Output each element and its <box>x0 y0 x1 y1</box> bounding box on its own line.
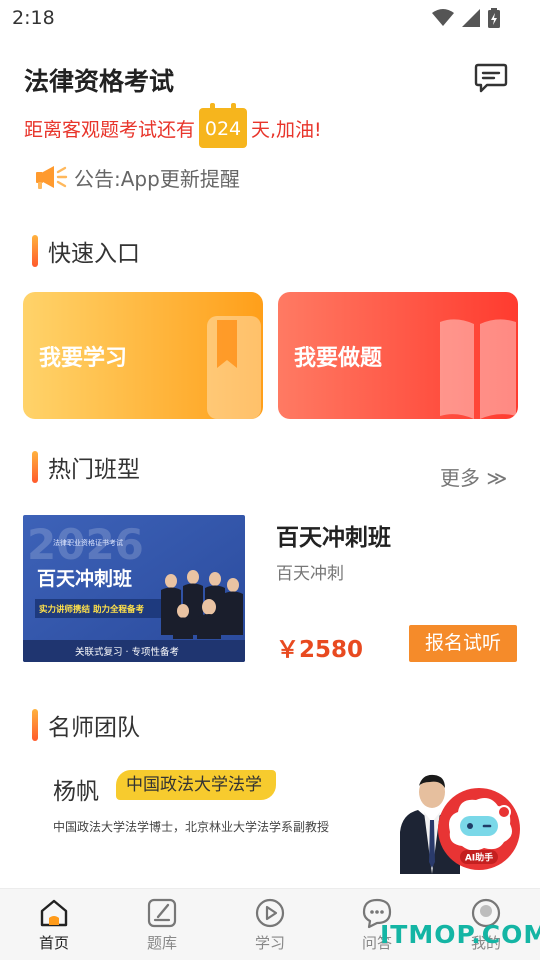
battery-icon <box>488 8 500 28</box>
announcement-text: App更新提醒 <box>120 166 240 191</box>
play-circle-icon <box>255 898 285 928</box>
message-button[interactable] <box>474 62 508 94</box>
course-price: ￥2580 <box>276 637 364 663</box>
section-title-teachers: 名师团队 <box>48 715 140 741</box>
nav-item-learn[interactable]: 学习 <box>235 897 305 953</box>
message-icon <box>474 63 508 93</box>
countdown-suffix: 天,加油! <box>251 118 322 141</box>
teacher-school-badge: 中国政法大学法学 <box>116 770 276 800</box>
cover-exam-line: 法律职业资格证书考试 <box>53 538 123 547</box>
countdown-days-badge: 024 <box>199 103 248 148</box>
nav-label-home: 首页 <box>38 934 69 952</box>
nav-item-question-bank[interactable]: 题库 <box>127 897 197 953</box>
open-book-icon <box>440 319 516 419</box>
section-accent-bar <box>32 451 38 483</box>
cover-headline: 百天冲刺班 <box>37 567 132 590</box>
more-courses-link[interactable]: 更多 ≫ <box>440 462 507 491</box>
megaphone-icon <box>36 166 68 189</box>
nav-label-learn: 学习 <box>254 934 285 952</box>
section-title-quick-entry: 快速入口 <box>48 241 140 267</box>
wifi-icon <box>432 9 454 26</box>
practice-entry-label: 我要做题 <box>294 346 383 371</box>
section-teachers: 名师团队 <box>32 708 140 742</box>
announcement-prefix: 公告: <box>74 166 121 191</box>
course-cover-art: 2026 法律职业资格证书考试 百天冲刺班 实力讲师携结 助力全程备考 关联式复… <box>23 515 245 662</box>
ai-helper-button[interactable]: AI助手 <box>436 786 522 872</box>
enroll-trial-button[interactable]: 报名试听 <box>409 625 517 662</box>
nav-item-home[interactable]: 首页 <box>19 897 89 953</box>
section-accent-bar <box>32 235 38 267</box>
site-watermark: ITMOP.COM <box>380 920 540 949</box>
teacher-description: 中国政法大学法学博士，北京林业大学法学系副教授 <box>53 820 330 834</box>
exam-countdown: 距离客观题考试还有 024 天,加油! <box>24 103 322 148</box>
teacher-name[interactable]: 杨帆 <box>53 772 99 806</box>
ai-robot-icon: AI助手 <box>438 788 520 870</box>
course-name[interactable]: 百天冲刺班 <box>276 518 391 552</box>
course-subtitle: 百天冲刺 <box>276 564 344 584</box>
countdown-prefix: 距离客观题考试还有 <box>24 118 196 141</box>
app-title: 法律资格考试 <box>24 67 175 96</box>
section-quick-entry: 快速入口 <box>32 234 140 268</box>
question-bank-icon <box>147 898 177 928</box>
section-title-hot-courses: 热门班型 <box>48 457 140 483</box>
bookmark-book-icon <box>207 316 261 419</box>
cover-ribbon: 实力讲师携结 助力全程备考 <box>39 604 144 615</box>
home-icon <box>40 899 68 927</box>
study-entry-label: 我要学习 <box>39 346 128 371</box>
section-hot-courses: 热门班型 <box>32 450 140 484</box>
study-entry-card[interactable]: 我要学习 <box>23 292 263 419</box>
status-time: 2:18 <box>12 7 55 29</box>
status-icons <box>432 8 500 28</box>
cover-footer: 关联式复习 · 专项性备考 <box>75 646 179 658</box>
ai-helper-label: AI助手 <box>465 852 493 864</box>
nav-label-question-bank: 题库 <box>146 934 177 952</box>
announcement-bar[interactable]: 公告: App更新提醒 <box>34 162 240 192</box>
section-accent-bar <box>32 709 38 741</box>
course-cover-image[interactable]: 2026 法律职业资格证书考试 百天冲刺班 实力讲师携结 助力全程备考 关联式复… <box>23 515 245 662</box>
cellular-signal-icon <box>462 9 480 27</box>
practice-entry-card[interactable]: 我要做题 <box>278 292 518 419</box>
status-bar: 2:18 <box>0 0 540 36</box>
